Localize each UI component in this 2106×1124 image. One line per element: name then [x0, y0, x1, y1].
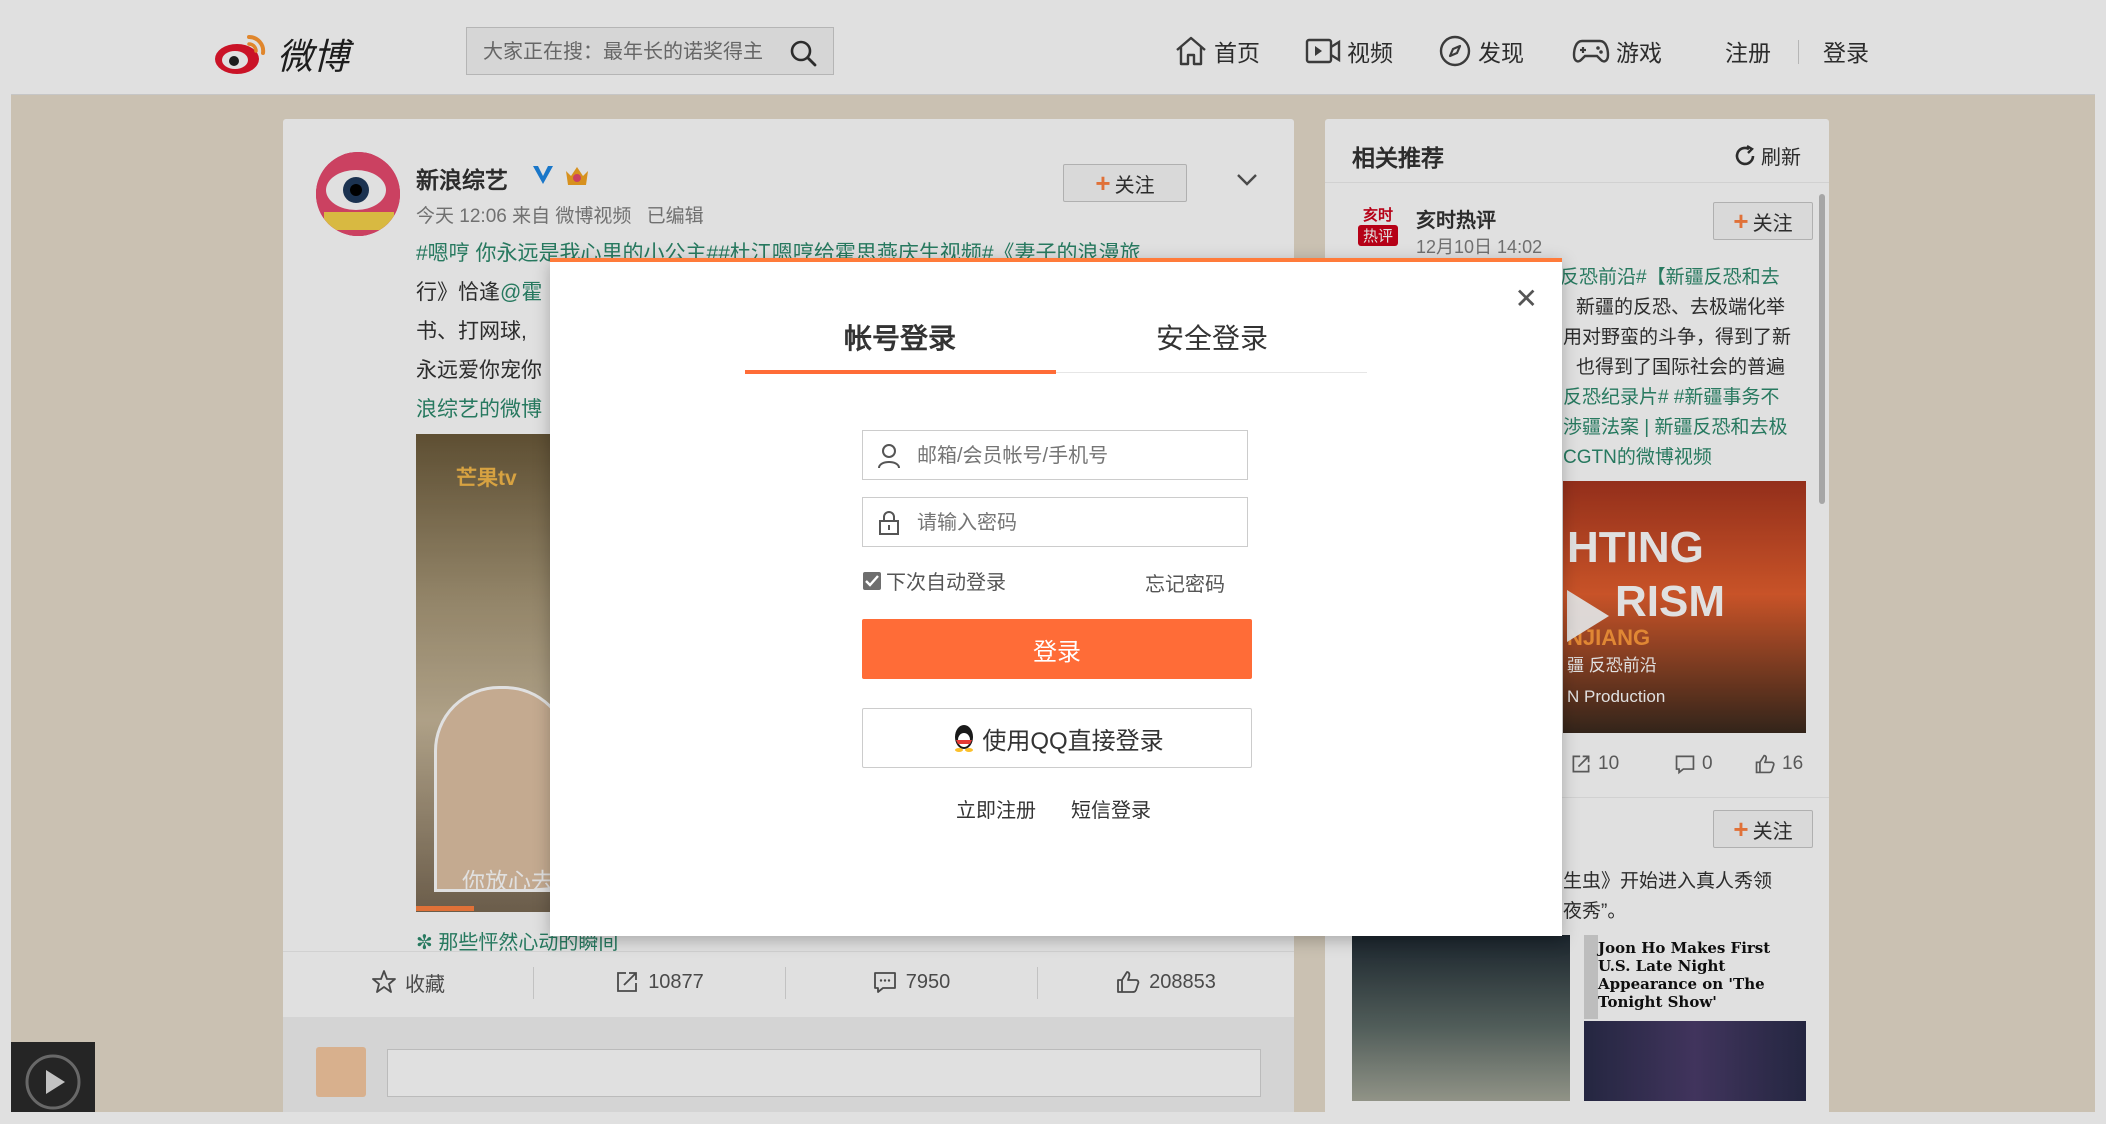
forgot-password-link[interactable]: 忘记密码 — [1145, 568, 1225, 597]
password-field[interactable] — [862, 497, 1248, 547]
qq-login-label: 使用QQ直接登录 — [982, 727, 1164, 755]
qq-login-button[interactable]: 使用QQ直接登录 — [862, 708, 1252, 768]
user-icon — [878, 444, 900, 469]
register-now-link[interactable]: 立即注册 — [956, 794, 1036, 823]
tab-secure-login[interactable]: 安全登录 — [1156, 317, 1268, 357]
lock-icon — [879, 511, 899, 535]
close-icon[interactable]: ✕ — [1515, 282, 1538, 315]
login-button[interactable]: 登录 — [862, 619, 1252, 679]
remember-me-label: 下次自动登录 — [886, 572, 1006, 594]
sms-login-link[interactable]: 短信登录 — [1071, 794, 1151, 823]
checkbox-checked-icon[interactable] — [862, 571, 882, 591]
password-input[interactable] — [915, 499, 1219, 547]
qq-penguin-icon — [955, 725, 974, 752]
username-field[interactable] — [862, 430, 1248, 480]
tab-account-login[interactable]: 帐号登录 — [844, 317, 956, 357]
tab-active-indicator — [745, 370, 1056, 374]
remember-me[interactable]: 下次自动登录 — [862, 566, 1006, 595]
login-modal: ✕ 帐号登录 安全登录 下次自动登录 忘记密码 登录 使用QQ直接登录 立即注册… — [550, 258, 1562, 936]
username-input[interactable] — [915, 432, 1219, 480]
